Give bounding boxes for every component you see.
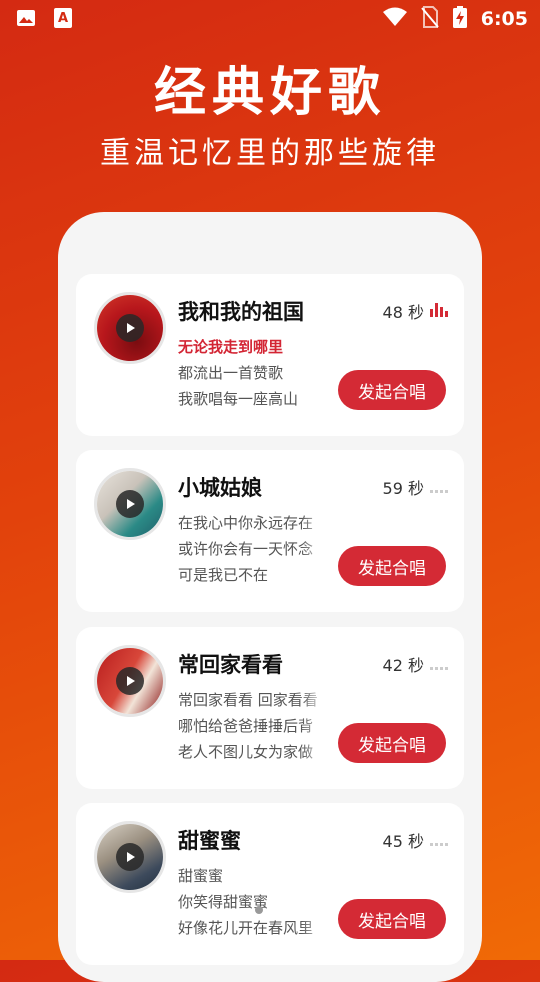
audio-wave-icon — [430, 655, 448, 674]
page-title: 经典好歌 — [153, 63, 386, 123]
audio-wave-icon — [430, 302, 448, 321]
audio-wave-icon — [430, 831, 448, 850]
lyric-line: 或许你会有一天怀念 — [178, 540, 314, 558]
lyrics: 常回家看看 回家看看 哪怕给爸爸捶捶后背 老人不图儿女为家做 — [178, 687, 328, 765]
play-icon[interactable] — [116, 314, 144, 342]
song-cover[interactable] — [94, 292, 166, 364]
song-title: 甜蜜蜜 — [178, 829, 241, 853]
play-icon[interactable] — [116, 490, 144, 518]
lyric-line: 老人不图儿女为家做 — [178, 743, 314, 761]
lyric-line: 在我心中你永远存在 — [178, 514, 314, 532]
song-cover[interactable] — [94, 645, 166, 717]
song-card[interactable]: 常回家看看 42 秒 常回家看看 回家看看 哪怕给爸爸捶捶后背 老人不图儿女为家… — [76, 627, 464, 789]
lyric-line: 哪怕给爸爸捶捶后背 — [178, 717, 314, 735]
song-title: 小城姑娘 — [178, 476, 262, 500]
svg-text:A: A — [58, 11, 68, 26]
start-chorus-button[interactable]: 发起合唱 — [338, 370, 446, 410]
lyric-line: 都流出一首赞歌 — [178, 364, 284, 382]
lyric-line: 常回家看看 回家看看 — [178, 691, 318, 709]
wifi-icon — [382, 7, 407, 31]
lyric-line: 你笑得甜蜜蜜 — [178, 893, 269, 911]
play-icon[interactable] — [116, 667, 144, 695]
lyric-line: 甜蜜蜜 — [178, 867, 224, 885]
no-sim-icon — [420, 6, 439, 32]
song-cover[interactable] — [94, 468, 166, 540]
start-chorus-button[interactable]: 发起合唱 — [338, 899, 446, 939]
lyric-line: 无论我走到哪里 — [178, 338, 284, 356]
duration-label: 48 秒 — [382, 303, 424, 322]
duration-label: 45 秒 — [382, 832, 424, 851]
battery-charging-icon — [452, 6, 467, 32]
duration-label: 59 秒 — [382, 479, 424, 498]
song-card[interactable]: 我和我的祖国 48 秒 无论我走到哪里 都流出一首赞歌 我歌唱每一座高山 发起合… — [76, 274, 464, 436]
duration-label: 42 秒 — [382, 656, 424, 675]
lyrics: 在我心中你永远存在 或许你会有一天怀念 可是我已不在 — [178, 510, 328, 588]
song-cover[interactable] — [94, 821, 166, 893]
image-icon — [16, 8, 36, 32]
lyric-line: 我歌唱每一座高山 — [178, 390, 299, 408]
audio-wave-icon — [430, 478, 448, 497]
play-icon[interactable] — [116, 843, 144, 871]
lyric-line: 好像花儿开在春风里 — [178, 919, 314, 937]
song-title: 常回家看看 — [178, 653, 283, 677]
clock: 6:05 — [480, 8, 528, 30]
song-title: 我和我的祖国 — [178, 300, 304, 324]
song-card[interactable]: 小城姑娘 59 秒 在我心中你永远存在 或许你会有一天怀念 可是我已不在 发起合… — [76, 450, 464, 612]
page-subtitle: 重温记忆里的那些旋律 — [100, 136, 440, 171]
lyrics: 甜蜜蜜 你笑得甜蜜蜜 好像花儿开在春风里 — [178, 863, 328, 941]
lyric-line: 可是我已不在 — [178, 566, 269, 584]
lyrics: 无论我走到哪里 都流出一首赞歌 我歌唱每一座高山 — [178, 334, 328, 412]
app-a-icon: A — [54, 8, 72, 32]
song-card[interactable]: 甜蜜蜜 45 秒 甜蜜蜜 你笑得甜蜜蜜 好像花儿开在春风里 发起合唱 — [76, 803, 464, 965]
status-bar: A 6:05 — [0, 0, 540, 36]
scroll-indicator — [255, 906, 263, 914]
start-chorus-button[interactable]: 发起合唱 — [338, 723, 446, 763]
start-chorus-button[interactable]: 发起合唱 — [338, 546, 446, 586]
